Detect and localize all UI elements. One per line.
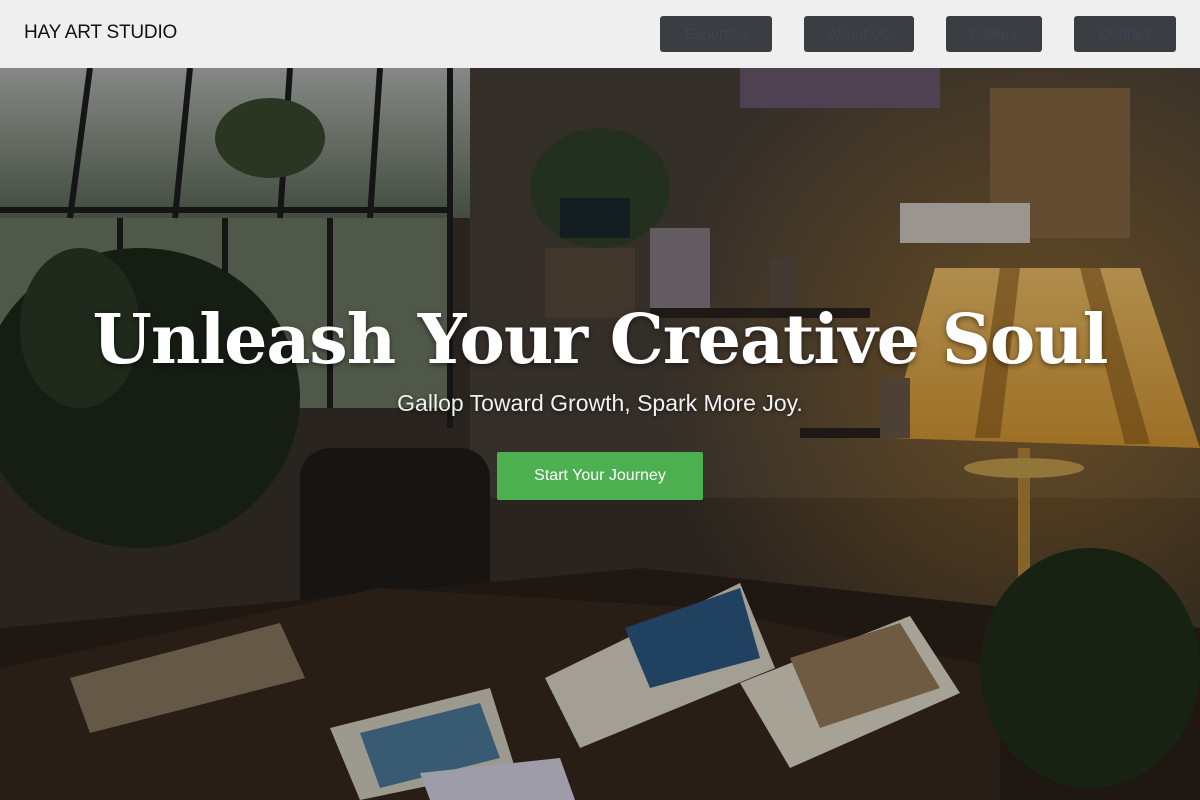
nav-gallery-button[interactable]: Gallery <box>946 16 1042 52</box>
hero-section: Unleash Your Creative Soul Gallop Toward… <box>0 68 1200 800</box>
site-header: HAY ART STUDIO Expertise About Us Galler… <box>0 0 1200 68</box>
nav-about-us-button[interactable]: About Us <box>804 16 914 52</box>
hero-subtitle: Gallop Toward Growth, Spark More Joy. <box>397 390 803 416</box>
hero-title: Unleash Your Creative Soul <box>92 300 1109 380</box>
start-journey-button[interactable]: Start Your Journey <box>497 452 703 500</box>
brand-logo[interactable]: HAY ART STUDIO <box>24 22 177 44</box>
nav-contact-button[interactable]: Contact <box>1074 16 1176 52</box>
hero-overlay <box>0 68 1200 800</box>
nav-expertise-button[interactable]: Expertise <box>660 16 772 52</box>
